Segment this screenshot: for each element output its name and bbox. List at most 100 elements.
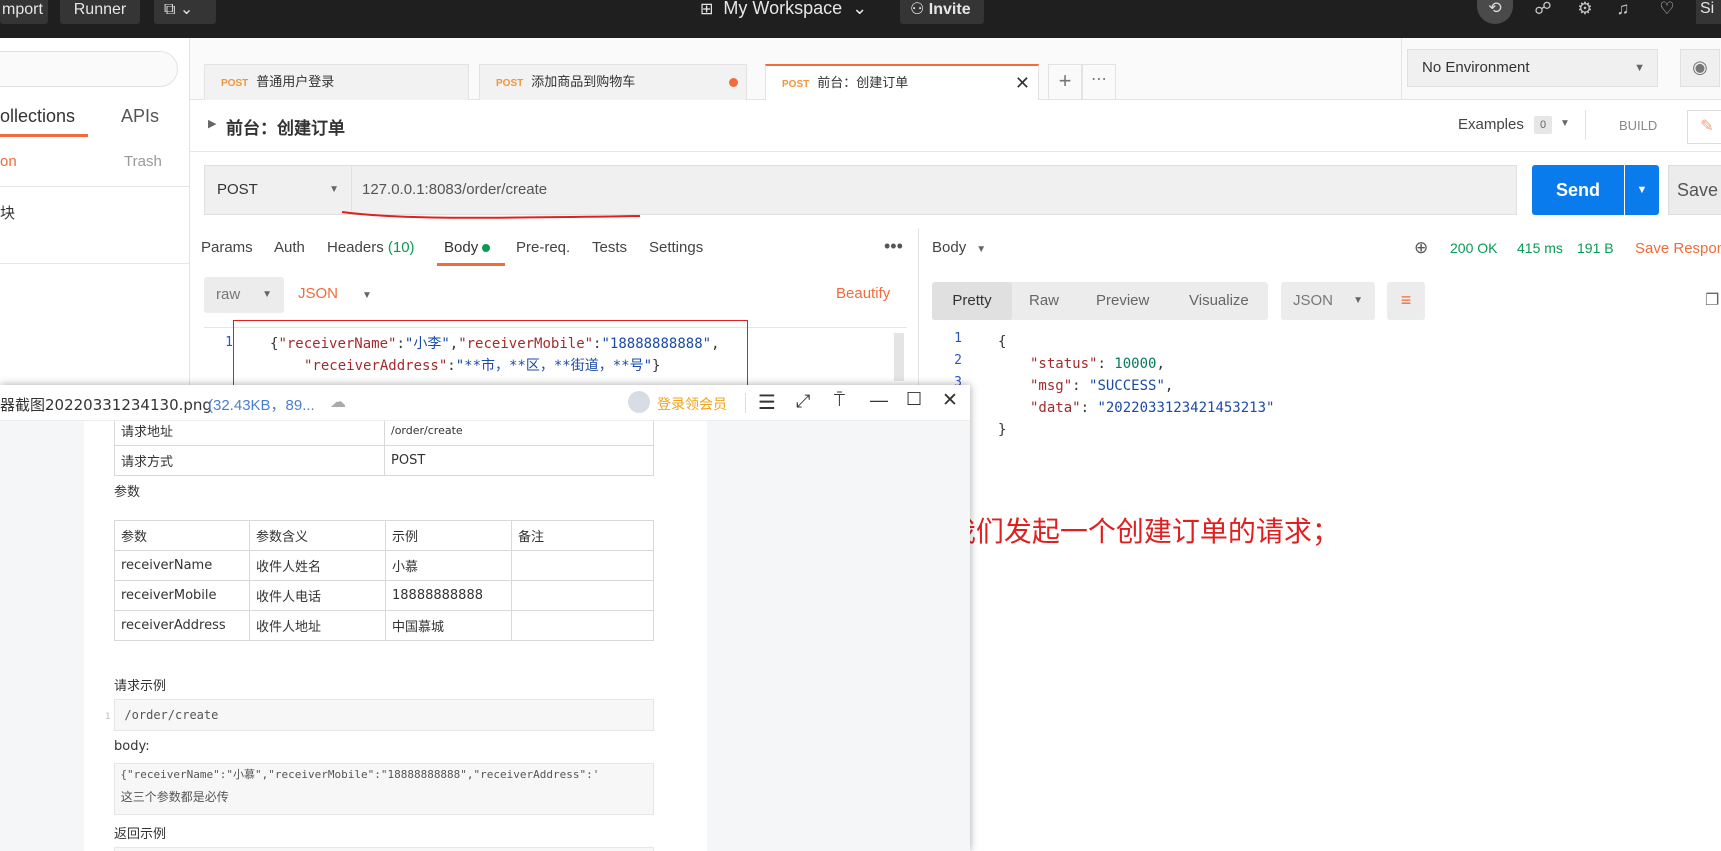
pin-icon[interactable]: ⍑ <box>834 390 845 411</box>
maximize-icon[interactable]: ☐ <box>906 389 922 410</box>
chevron-down-icon[interactable]: ▼ <box>1560 118 1570 129</box>
tab-request-login[interactable]: POST 普通用户登录 <box>204 64 469 100</box>
response-line: } <box>998 422 1007 438</box>
table-row: receiverMobile 收件人电话 18888888888 <box>114 580 654 611</box>
table-header: 参数 <box>114 520 250 551</box>
heart-icon[interactable]: ♡ <box>1652 0 1682 22</box>
response-body-select[interactable]: Body ▼ <box>932 239 986 256</box>
vip-login-link[interactable]: 登录领会员 <box>657 394 727 414</box>
tab-body[interactable]: Body <box>444 239 491 256</box>
more-options-icon[interactable]: ••• <box>884 236 903 257</box>
doc-request-example-title: 请求示例 <box>114 679 167 694</box>
response-body-viewer[interactable]: 1 2 3 4 5 { "status": 10000, "msg": "SUC… <box>932 331 1721 451</box>
body-indicator-dot <box>482 244 491 252</box>
invite-button[interactable]: ⚇ Invite <box>900 0 984 24</box>
viewer-file-meta: (32.43KB，89... <box>208 397 315 414</box>
method-select[interactable]: POST ▼ <box>204 165 351 215</box>
copy-icon[interactable]: ❐ <box>1705 290 1719 310</box>
tab-auth[interactable]: Auth <box>274 239 305 256</box>
beautify-link[interactable]: Beautify <box>836 285 890 302</box>
doc-body-title: body: <box>114 739 150 754</box>
response-status[interactable]: 200 OK <box>1450 240 1497 256</box>
headers-count: (10) <box>387 239 415 256</box>
table-cell: 中国慕城 <box>385 610 512 641</box>
cloud-upload-icon[interactable]: ☁ <box>330 392 346 412</box>
eye-icon[interactable]: ◉ <box>1680 49 1720 87</box>
environment-value: No Environment <box>1422 59 1530 76</box>
table-cell: 请求地址 <box>114 421 385 446</box>
tab-headers[interactable]: Headers (10) <box>327 239 415 256</box>
table-cell: 收件人姓名 <box>249 550 386 581</box>
tab-request-create-order[interactable]: POST 前台：创建订单 ✕ <box>765 64 1039 100</box>
sync-off-icon[interactable]: ⟲ <box>1477 0 1513 24</box>
body-mode-select[interactable]: raw ▼ <box>204 277 284 313</box>
line-number: 2 <box>954 353 962 368</box>
minimize-icon[interactable]: — <box>870 390 888 411</box>
fullscreen-icon[interactable]: ⤢ <box>796 391 810 412</box>
signin-button[interactable]: Si <box>1696 0 1721 24</box>
satellite-icon[interactable]: ☍ <box>1528 0 1558 22</box>
table-row: 参数 参数含义 示例 备注 <box>114 520 654 551</box>
response-time[interactable]: 415 ms <box>1517 240 1563 256</box>
add-tab-button[interactable]: + <box>1048 64 1082 100</box>
view-preview[interactable]: Preview <box>1096 292 1149 309</box>
wrap-lines-icon[interactable]: ≡ <box>1387 282 1425 320</box>
code-text: {"receiverName":"小慕","receiverMobile":"1… <box>120 768 600 781</box>
more-tabs-icon[interactable]: ⋯ <box>1082 64 1116 100</box>
close-icon[interactable]: ✕ <box>942 389 958 412</box>
view-pretty[interactable]: Pretty <box>932 282 1012 320</box>
tab-request-add-cart[interactable]: POST 添加商品到购物车 <box>479 64 747 100</box>
examples-label[interactable]: Examples <box>1458 116 1524 133</box>
tab-method: POST <box>221 78 249 89</box>
bell-icon[interactable]: ♫ <box>1608 0 1638 22</box>
workspace-switcher[interactable]: ⊞ My Workspace ⌄ <box>700 0 867 20</box>
editor-scrollbar[interactable] <box>894 333 904 381</box>
code-text: 这三个参数都是必传 <box>120 790 229 804</box>
request-title[interactable]: 前台：创建订单 <box>226 114 345 139</box>
runner-button[interactable]: Runner <box>60 0 140 24</box>
method-value: POST <box>217 181 258 198</box>
send-button[interactable]: Send <box>1532 165 1624 215</box>
save-response-button[interactable]: Save Respon <box>1635 240 1721 257</box>
view-raw[interactable]: Raw <box>1029 292 1059 309</box>
tab-apis[interactable]: APIs <box>121 106 159 127</box>
sidebar-search-input[interactable] <box>0 51 178 87</box>
tab-prereq[interactable]: Pre-req. <box>516 239 570 256</box>
tab-label: 添加商品到购物车 <box>531 74 636 89</box>
menu-icon[interactable]: ☰ <box>758 390 776 415</box>
save-button[interactable]: Save <box>1668 165 1721 215</box>
body-mode-value: raw <box>216 286 241 303</box>
headers-label: Headers <box>327 239 384 256</box>
table-cell: 18888888888 <box>385 580 512 611</box>
trash-link[interactable]: Trash <box>124 153 162 170</box>
new-collection-link[interactable]: on <box>0 153 17 170</box>
tab-label: 前台：创建订单 <box>817 75 909 90</box>
caret-right-icon[interactable]: ▶ <box>208 117 216 130</box>
invite-label: Invite <box>928 1 971 18</box>
request-header: ▶ 前台：创建订单 Examples 0 ▼ BUILD ✎ <box>190 100 1721 152</box>
body-format-select[interactable]: JSON ▼ <box>298 285 372 302</box>
table-row: receiverName 收件人姓名 小慕 <box>114 550 654 581</box>
chevron-down-icon: ▼ <box>1634 62 1645 74</box>
pencil-icon[interactable]: ✎ <box>1687 110 1721 144</box>
gear-icon[interactable]: ⚙ <box>1570 0 1600 22</box>
globe-icon[interactable]: ⊕ <box>1414 238 1428 258</box>
response-format-select[interactable]: JSON ▼ <box>1281 282 1375 320</box>
send-options-icon[interactable]: ▼ <box>1625 165 1659 215</box>
tab-collections[interactable]: ollections <box>0 106 75 127</box>
viewer-canvas: 请求地址/order/create 请求方式 POST 参数 参数 参数含义 示例… <box>0 421 970 851</box>
tab-settings[interactable]: Settings <box>649 239 703 256</box>
tab-params[interactable]: Params <box>201 239 253 256</box>
response-size[interactable]: 191 B <box>1577 240 1614 256</box>
view-visualize[interactable]: Visualize <box>1189 292 1249 309</box>
avatar[interactable] <box>628 391 650 413</box>
image-viewer-window: 器截图20220331234130.png (32.43KB，89... ☁ 登… <box>0 385 970 851</box>
close-icon[interactable]: ✕ <box>1015 66 1030 100</box>
build-label[interactable]: BUILD <box>1619 118 1657 133</box>
import-button[interactable]: mport <box>0 0 48 24</box>
tab-tests[interactable]: Tests <box>592 239 627 256</box>
collection-item[interactable]: 块 <box>0 202 15 223</box>
new-window-button[interactable]: ⧉ ⌄ <box>154 0 216 24</box>
new-window-icon: ⧉ ⌄ <box>164 1 194 18</box>
environment-select[interactable]: No Environment ▼ <box>1407 49 1658 87</box>
